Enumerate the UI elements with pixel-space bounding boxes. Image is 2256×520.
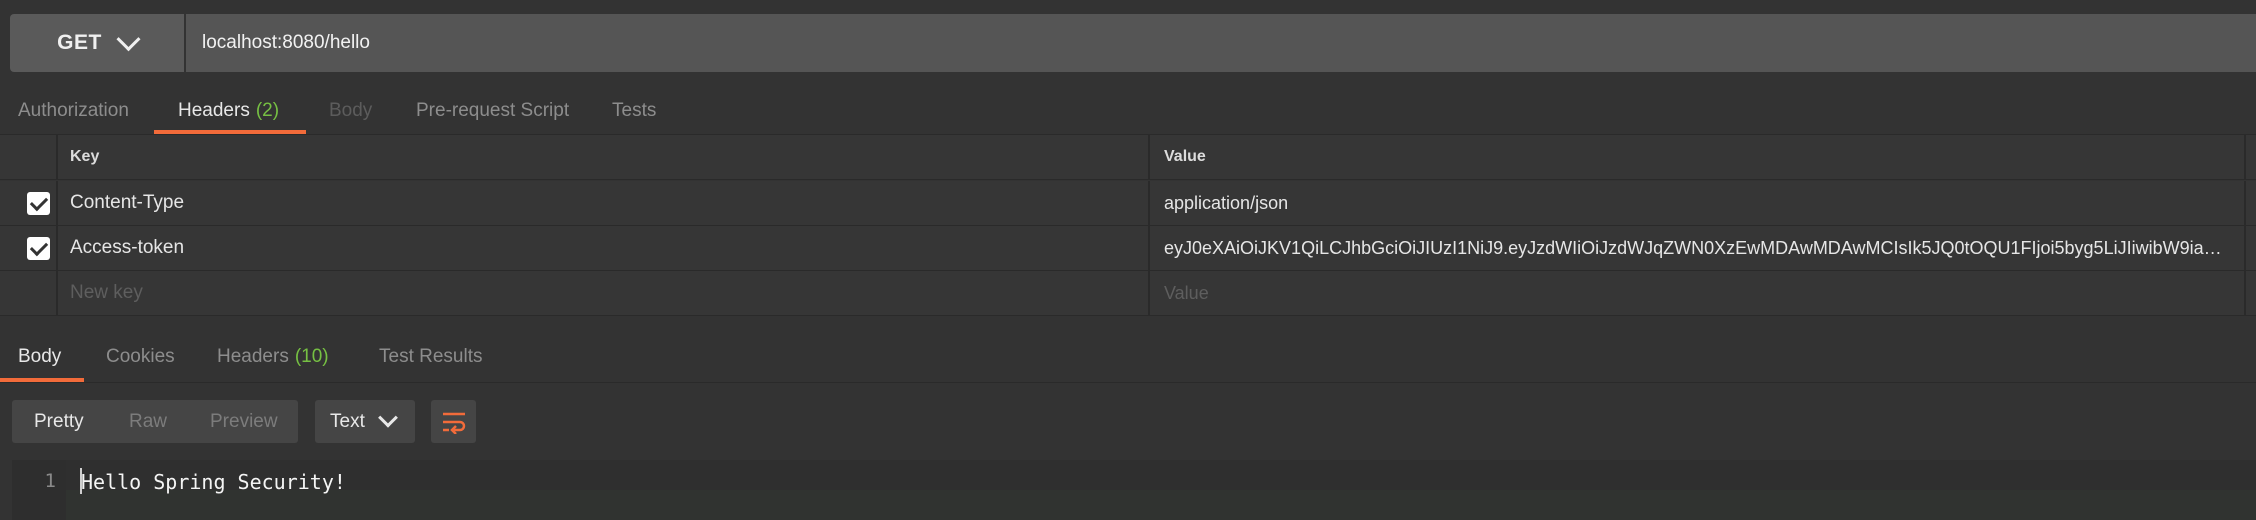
active-response-tab-indicator bbox=[0, 378, 84, 382]
row-checkbox-cell bbox=[0, 271, 58, 315]
tab-cookies[interactable]: Cookies bbox=[106, 334, 175, 380]
request-tabs: Authorization Headers (2) Body Pre-reque… bbox=[0, 88, 2256, 135]
new-value-input[interactable]: Value bbox=[1152, 271, 2246, 315]
row-checkbox-cell bbox=[0, 226, 58, 270]
format-dropdown-label: Text bbox=[330, 410, 365, 432]
method-label: GET bbox=[57, 31, 102, 54]
key-column-header: Key bbox=[58, 135, 1150, 179]
tab-body-label: Body bbox=[329, 100, 373, 121]
tab-authorization[interactable]: Authorization bbox=[18, 88, 129, 134]
wrap-lines-icon bbox=[442, 412, 465, 434]
current-line-highlight bbox=[66, 460, 2256, 490]
table-row: Content-Type application/json bbox=[0, 181, 2256, 226]
headers-count-badge: (2) bbox=[255, 100, 280, 121]
tab-response-headers[interactable]: Headers (10) bbox=[217, 334, 329, 380]
new-key-input[interactable]: New key bbox=[58, 271, 1150, 315]
header-value-field[interactable]: application/json bbox=[1152, 181, 2246, 225]
header-value-text: eyJ0eXAiOiJKV1QiLCJhbGciOiJIUzI1NiJ9.eyJ… bbox=[1164, 237, 2234, 258]
response-headers-count-badge: (10) bbox=[294, 346, 329, 367]
line-number: 1 bbox=[44, 470, 56, 492]
header-enabled-checkbox[interactable] bbox=[27, 192, 50, 215]
tab-headers-label: Headers bbox=[178, 100, 250, 121]
header-value-text: application/json bbox=[1164, 192, 1289, 213]
header-key-field[interactable]: Access-token bbox=[58, 226, 1150, 270]
tab-cookies-label: Cookies bbox=[106, 346, 175, 367]
tab-test-results[interactable]: Test Results bbox=[379, 334, 482, 380]
tab-response-headers-label: Headers bbox=[217, 346, 289, 367]
tab-authorization-label: Authorization bbox=[18, 100, 129, 121]
table-row: Access-token eyJ0eXAiOiJKV1QiLCJhbGciOiJ… bbox=[0, 226, 2256, 271]
chevron-down-icon bbox=[377, 407, 398, 428]
preview-button[interactable]: Preview bbox=[210, 400, 278, 443]
table-header-row: Key Value bbox=[0, 135, 2256, 180]
header-enabled-checkbox[interactable] bbox=[27, 237, 50, 260]
line-number-gutter: 1 bbox=[12, 460, 66, 520]
response-tabs: Body Cookies Headers (10) Test Results bbox=[0, 334, 2256, 383]
pretty-button[interactable]: Pretty bbox=[34, 400, 84, 443]
request-url-bar: GET localhost:8080/hello bbox=[10, 14, 2256, 72]
header-checkbox-column bbox=[0, 135, 58, 179]
method-selector[interactable]: GET bbox=[10, 14, 184, 72]
url-input[interactable]: localhost:8080/hello bbox=[186, 14, 2256, 72]
tab-headers[interactable]: Headers (2) bbox=[178, 88, 279, 134]
response-body-text: Hello Spring Security! bbox=[81, 470, 346, 494]
new-value-placeholder: Value bbox=[1164, 282, 1209, 303]
tab-test-results-label: Test Results bbox=[379, 346, 483, 367]
new-header-row: New key Value bbox=[0, 271, 2256, 316]
url-text: localhost:8080/hello bbox=[202, 32, 370, 53]
header-key-field[interactable]: Content-Type bbox=[58, 181, 1150, 225]
value-column-header: Value bbox=[1152, 135, 2246, 179]
tab-response-body-label: Body bbox=[18, 346, 62, 367]
tab-prerequest-label: Pre-request Script bbox=[416, 100, 570, 121]
row-checkbox-cell bbox=[0, 181, 58, 225]
editor-line-background bbox=[66, 490, 2256, 520]
format-dropdown[interactable]: Text bbox=[315, 400, 415, 443]
chevron-down-icon bbox=[116, 26, 141, 51]
tab-response-body[interactable]: Body bbox=[18, 334, 61, 380]
active-tab-indicator bbox=[154, 130, 306, 134]
raw-button[interactable]: Raw bbox=[129, 400, 167, 443]
tab-tests[interactable]: Tests bbox=[612, 88, 656, 134]
tab-body[interactable]: Body bbox=[329, 88, 372, 134]
response-body-editor[interactable]: 1 Hello Spring Security! bbox=[12, 460, 2256, 520]
wrap-lines-button[interactable] bbox=[431, 400, 476, 443]
header-value-field[interactable]: eyJ0eXAiOiJKV1QiLCJhbGciOiJIUzI1NiJ9.eyJ… bbox=[1152, 226, 2246, 270]
tab-prerequest-script[interactable]: Pre-request Script bbox=[416, 88, 569, 134]
response-view-mode-group: Pretty Raw Preview bbox=[12, 400, 298, 443]
tab-tests-label: Tests bbox=[612, 100, 657, 121]
